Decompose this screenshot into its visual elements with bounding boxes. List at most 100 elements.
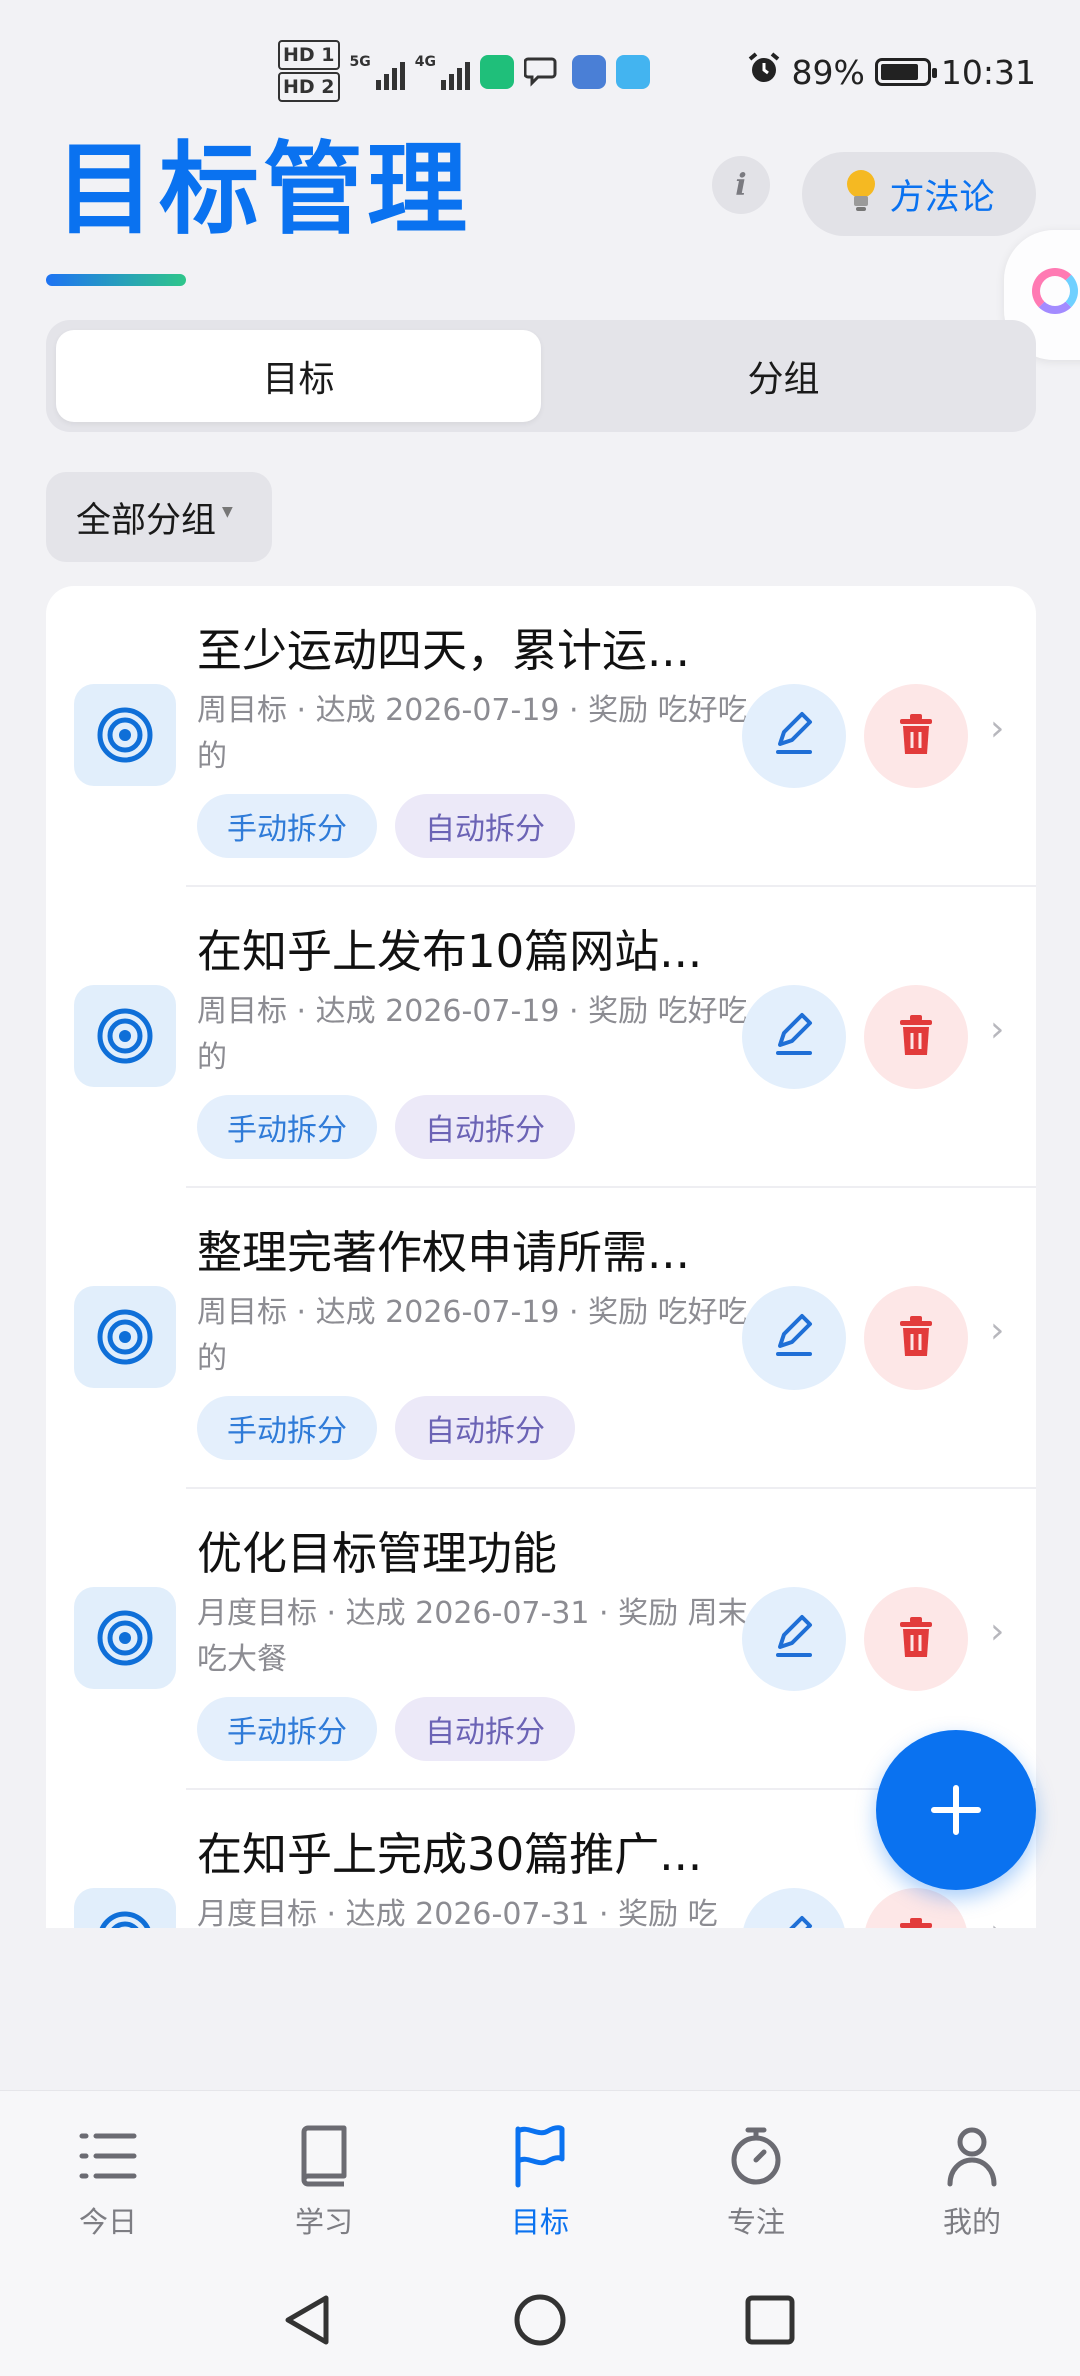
app-notification-icon <box>571 55 606 89</box>
delete-goal-button[interactable] <box>864 1286 968 1390</box>
chevron-right-icon: › <box>990 1912 1004 1928</box>
signal-5g-icon: 5G <box>350 54 405 90</box>
delete-goal-button[interactable] <box>864 985 968 1089</box>
net-5g-label: 5G <box>349 54 371 70</box>
home-icon[interactable] <box>512 2292 568 2348</box>
caret-down-icon: ▼ <box>222 504 233 520</box>
flag-icon <box>510 2121 570 2191</box>
goal-title: 优化目标管理功能 <box>197 1527 558 1580</box>
system-nav-bar <box>0 2260 1080 2376</box>
delete-goal-button[interactable] <box>864 1587 968 1691</box>
auto-split-tag[interactable]: 自动拆分 <box>395 1396 575 1460</box>
nav-item[interactable]: 学习 <box>234 2121 414 2241</box>
goal-title: 在知乎上发布10篇网站... <box>197 925 703 978</box>
edit-goal-button[interactable] <box>742 684 846 788</box>
edit-goal-button[interactable] <box>742 1587 846 1691</box>
methodology-button[interactable]: 方法论 <box>802 152 1036 236</box>
goal-tags: 手动拆分 自动拆分 <box>197 1095 575 1159</box>
goal-tags: 手动拆分 自动拆分 <box>197 794 575 858</box>
recents-icon[interactable] <box>744 2294 796 2346</box>
trash-icon <box>895 1314 937 1362</box>
plus-icon <box>931 1785 981 1835</box>
back-icon[interactable] <box>282 2292 332 2348</box>
goal-meta: 月度目标 · 达成 2026-07-31 · 奖励 吃 <box>197 1897 718 1928</box>
target-icon <box>74 1587 176 1689</box>
lightbulb-icon <box>843 167 879 222</box>
delete-goal-button[interactable] <box>864 684 968 788</box>
chevron-right-icon: › <box>990 1009 1005 1050</box>
hd2-label: HD 2 <box>278 72 340 102</box>
goal-meta: 月度目标 · 达成 2026-07-31 · 奖励 周末吃大餐 <box>197 1596 748 1677</box>
timer-icon <box>728 2121 784 2191</box>
hd-indicator: HD 1 HD 2 <box>278 40 340 104</box>
net-4g-label: 4G <box>414 54 436 70</box>
goal-row[interactable]: 至少运动四天，累计运... 周目标 · 达成 2026-07-19 · 奖励 吃… <box>46 586 1036 887</box>
goal-tags: 手动拆分 自动拆分 <box>197 1697 575 1761</box>
clock: 10:31 <box>940 52 1036 92</box>
edit-goal-button[interactable] <box>742 1888 846 1928</box>
goal-meta: 周目标 · 达成 2026-07-19 · 奖励 吃好吃的 <box>197 1295 748 1376</box>
target-icon <box>74 1286 176 1388</box>
goal-title: 至少运动四天，累计运... <box>197 624 690 677</box>
trash-icon <box>895 1013 937 1061</box>
person-icon <box>944 2121 1000 2191</box>
auto-split-tag[interactable]: 自动拆分 <box>395 794 575 858</box>
manual-split-tag[interactable]: 手动拆分 <box>197 1396 377 1460</box>
nav-label: 我的 <box>942 2205 1001 2239</box>
nav-item[interactable]: 专注 <box>666 2121 846 2241</box>
pencil-icon <box>770 710 818 762</box>
battery-icon <box>874 58 937 86</box>
goal-row[interactable]: 在知乎上发布10篇网站... 周目标 · 达成 2026-07-19 · 奖励 … <box>46 887 1036 1188</box>
goal-meta: 周目标 · 达成 2026-07-19 · 奖励 吃好吃的 <box>197 693 748 774</box>
app-notification-icon <box>479 55 514 89</box>
battery-percent: 89% <box>791 52 865 92</box>
list-icon <box>76 2121 140 2191</box>
nav-label: 今日 <box>78 2205 137 2239</box>
view-segmented-control: 目标 分组 <box>46 320 1036 432</box>
pencil-icon <box>770 1914 818 1928</box>
info-icon: i <box>735 167 747 203</box>
goal-tags: 手动拆分 自动拆分 <box>197 1396 575 1460</box>
group-filter-dropdown[interactable]: 全部分组 ▼ <box>46 472 272 562</box>
book-icon <box>296 2121 352 2191</box>
auto-split-tag[interactable]: 自动拆分 <box>395 1697 575 1761</box>
title-underline <box>46 274 186 286</box>
chevron-right-icon: › <box>990 708 1005 749</box>
status-bar: HD 1 HD 2 5G 4G 89% 10:31 <box>0 0 1080 120</box>
group-filter-label: 全部分组 <box>76 500 217 541</box>
auto-split-tag[interactable]: 自动拆分 <box>395 1095 575 1159</box>
target-icon <box>74 684 176 786</box>
nav-label: 专注 <box>726 2205 785 2239</box>
bottom-nav: 今日 学习 目标 专注 我的 <box>0 2090 1080 2260</box>
add-goal-button[interactable] <box>876 1730 1036 1890</box>
nav-item[interactable]: 我的 <box>882 2121 1062 2241</box>
edit-goal-button[interactable] <box>742 1286 846 1390</box>
nav-item[interactable]: 目标 <box>450 2121 630 2241</box>
chat-icon <box>523 53 562 91</box>
manual-split-tag[interactable]: 手动拆分 <box>197 794 377 858</box>
edit-goal-button[interactable] <box>742 985 846 1089</box>
info-button[interactable]: i <box>712 156 770 214</box>
target-icon <box>74 985 176 1087</box>
hd1-label: HD 1 <box>278 40 340 70</box>
tab-groups[interactable]: 分组 <box>541 330 1026 422</box>
tab-goals[interactable]: 目标 <box>56 330 541 422</box>
goal-list: 至少运动四天，累计运... 周目标 · 达成 2026-07-19 · 奖励 吃… <box>46 586 1036 1928</box>
trash-icon <box>895 1916 937 1928</box>
nav-item[interactable]: 今日 <box>18 2121 198 2241</box>
manual-split-tag[interactable]: 手动拆分 <box>197 1095 377 1159</box>
goal-row[interactable]: 优化目标管理功能 月度目标 · 达成 2026-07-31 · 奖励 周末吃大餐… <box>46 1489 1036 1790</box>
goal-meta: 周目标 · 达成 2026-07-19 · 奖励 吃好吃的 <box>197 994 748 1075</box>
delete-goal-button[interactable] <box>864 1888 968 1928</box>
goal-title: 整理完著作权申请所需... <box>197 1226 690 1279</box>
chevron-right-icon: › <box>990 1310 1005 1351</box>
status-left: HD 1 HD 2 5G 4G <box>278 40 650 104</box>
status-right: 89% 10:31 <box>746 50 1036 94</box>
target-icon <box>74 1888 176 1928</box>
pencil-icon <box>770 1613 818 1665</box>
assistant-logo-icon <box>1032 268 1078 314</box>
manual-split-tag[interactable]: 手动拆分 <box>197 1697 377 1761</box>
alarm-icon <box>746 50 782 94</box>
signal-4g-icon: 4G <box>415 54 470 90</box>
goal-row[interactable]: 整理完著作权申请所需... 周目标 · 达成 2026-07-19 · 奖励 吃… <box>46 1188 1036 1489</box>
